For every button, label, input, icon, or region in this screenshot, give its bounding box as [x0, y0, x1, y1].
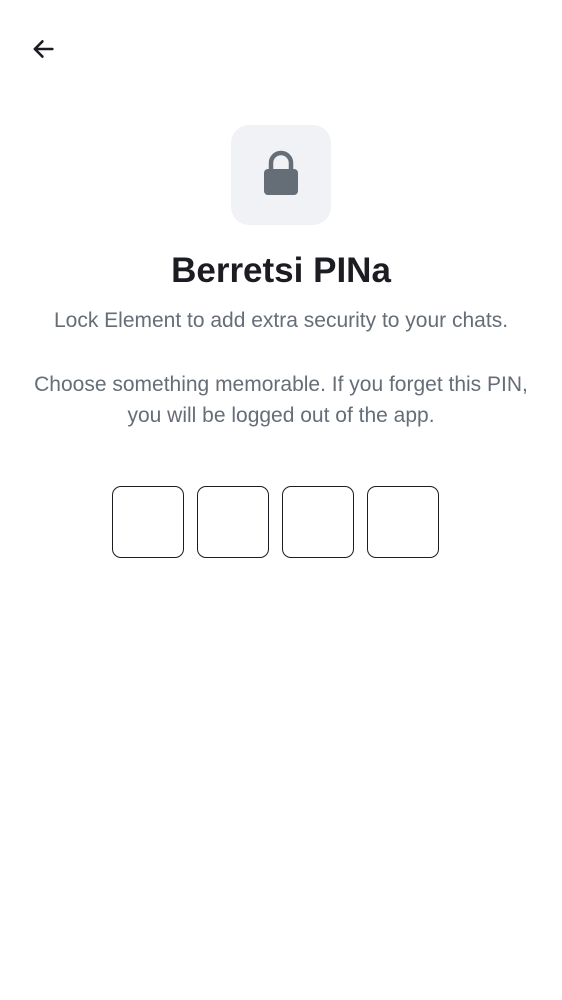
- pin-info-text: Choose something memorable. If you forge…: [34, 373, 528, 427]
- pin-digit-4[interactable]: [367, 486, 439, 558]
- subtitle: Lock Element to add extra security to yo…: [53, 309, 509, 332]
- page-title: Berretsi PINa: [171, 251, 391, 290]
- pin-input[interactable]: [112, 486, 439, 558]
- lock-icon: [261, 149, 301, 202]
- back-button[interactable]: [22, 30, 64, 72]
- pin-digit-3[interactable]: [282, 486, 354, 558]
- pin-digit-2[interactable]: [197, 486, 269, 558]
- lock-tile: [231, 125, 331, 225]
- arrow-left-icon: [29, 35, 57, 68]
- pin-digit-1[interactable]: [112, 486, 184, 558]
